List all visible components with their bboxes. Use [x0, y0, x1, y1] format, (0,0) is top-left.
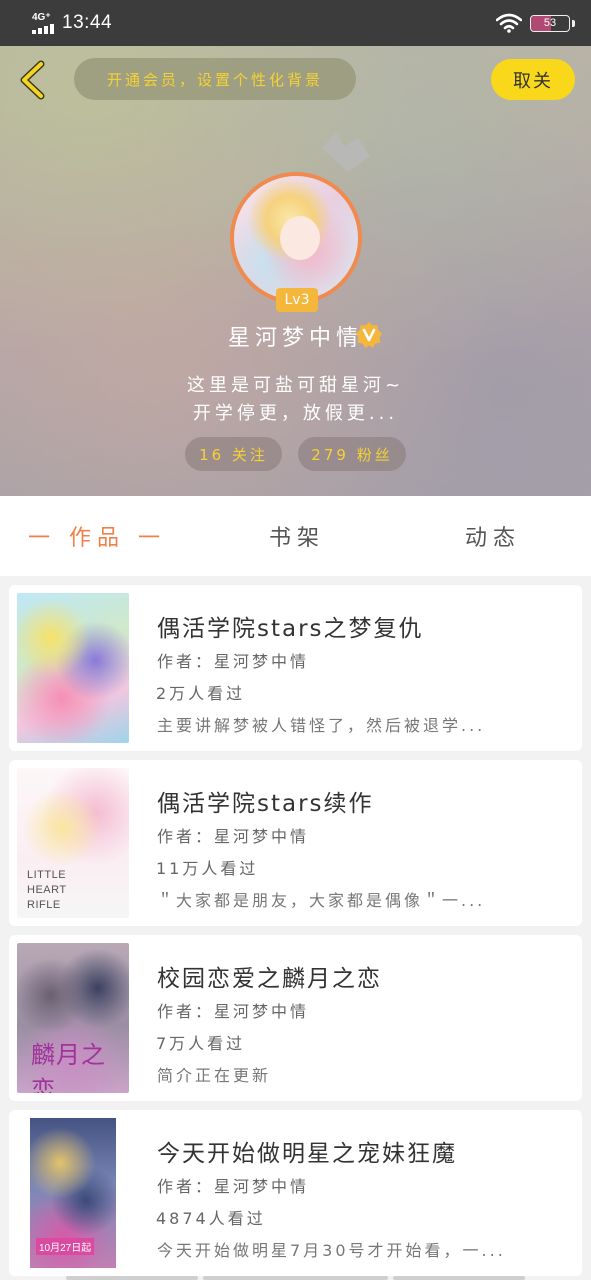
work-title: 校园恋爱之麟月之恋 [157, 966, 382, 992]
work-cover [17, 593, 129, 743]
work-views: 7万人看过 [156, 1034, 246, 1053]
bio: 这里是可盐可甜星河~ 开学停更，放假更... [0, 372, 591, 428]
work-card[interactable]: 偶活学院stars之梦复仇 作者：星河梦中情 2万人看过 主要讲解梦被人错怪了，… [9, 585, 582, 751]
work-author: 作者：星河梦中情 [157, 827, 310, 846]
profile-header: 开通会员，设置个性化背景 取关 Lv3 星河梦中情 这里是可盐可甜星河~ 开学停… [0, 46, 591, 496]
bottom-scroll-indicator [0, 1276, 591, 1280]
level-badge: Lv3 [276, 288, 318, 312]
battery-level: 53 [543, 17, 557, 29]
work-description: 简介正在更新 [157, 1066, 272, 1085]
wifi-icon [496, 13, 522, 33]
fans-count[interactable]: 279 粉丝 [298, 437, 406, 471]
work-description: ＂大家都是朋友，大家都是偶像＂一... [157, 891, 486, 910]
work-author: 作者：星河梦中情 [157, 1002, 310, 1021]
tab-works[interactable]: 一 作品 一 [28, 520, 166, 552]
work-card[interactable]: LITTLE HEART RIFLE 偶活学院stars续作 作者：星河梦中情 … [9, 760, 582, 926]
work-description: 主要讲解梦被人错怪了，然后被退学... [157, 716, 486, 735]
vip-banner[interactable]: 开通会员，设置个性化背景 [74, 58, 356, 100]
bio-line-2: 开学停更，放假更... [192, 403, 399, 424]
bio-line-1: 这里是可盐可甜星河~ [186, 375, 405, 396]
username: 星河梦中情 [227, 326, 363, 351]
battery-icon: 53 [530, 14, 570, 32]
work-description: 今天开始做明星7月30号才开始看，一... [157, 1241, 506, 1260]
following-count[interactable]: 16 关注 [185, 437, 282, 471]
work-title: 今天开始做明星之宠妹狂魔 [157, 1141, 457, 1167]
cover-text: LITTLE HEART RIFLE [27, 869, 67, 911]
work-card[interactable]: 10月27日起 今天开始做明星之宠妹狂魔 作者：星河梦中情 4874人看过 今天… [9, 1110, 582, 1276]
chevron-left-icon [20, 60, 45, 100]
work-author: 作者：星河梦中情 [157, 652, 310, 671]
cover-text: 麟月之恋 [31, 1041, 106, 1093]
avatar[interactable] [230, 172, 362, 304]
status-bar: 4G⁺ 13:44 53 [0, 0, 591, 46]
avatar-wrap [230, 132, 370, 304]
work-cover: 麟月之恋 [17, 943, 129, 1093]
work-cover: LITTLE HEART RIFLE [17, 768, 129, 918]
work-views: 11万人看过 [156, 859, 259, 878]
profile-tabs: 一 作品 一 书架 动态 [0, 496, 591, 576]
tab-bookshelf[interactable]: 书架 [269, 520, 325, 552]
work-author: 作者：星河梦中情 [157, 1177, 310, 1196]
unfollow-button[interactable]: 取关 [491, 59, 575, 100]
back-button[interactable] [14, 60, 50, 100]
work-cover: 10月27日起 [30, 1118, 116, 1268]
work-card[interactable]: 麟月之恋 校园恋爱之麟月之恋 作者：星河梦中情 7万人看过 简介正在更新 [9, 935, 582, 1101]
status-time: 13:44 [62, 12, 113, 33]
network-type: 4G⁺ [32, 11, 51, 23]
work-views: 4874人看过 [156, 1209, 266, 1228]
work-title: 偶活学院stars续作 [157, 791, 374, 817]
work-views: 2万人看过 [156, 684, 246, 703]
work-title: 偶活学院stars之梦复仇 [157, 616, 424, 642]
verified-badge-icon [356, 322, 382, 348]
tab-feed[interactable]: 动态 [465, 520, 521, 552]
signal-icon: 4G⁺ [32, 11, 54, 34]
cover-text: 10月27日起 [36, 1238, 95, 1255]
